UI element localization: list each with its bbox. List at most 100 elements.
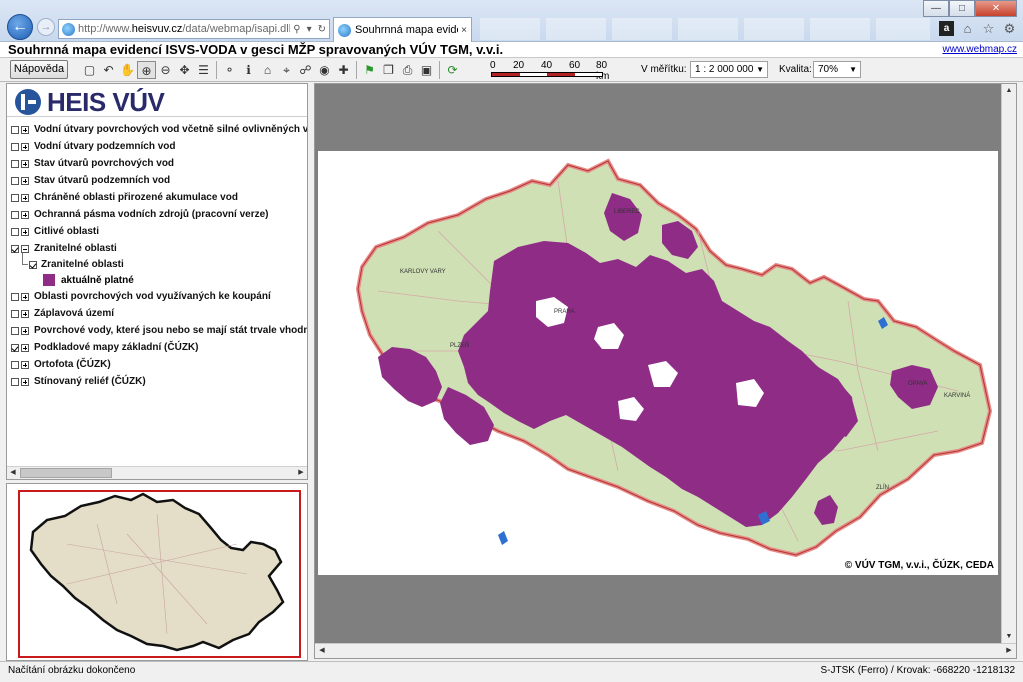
expand-icon[interactable] bbox=[21, 377, 29, 386]
scroll-thumb[interactable] bbox=[20, 468, 112, 478]
layer-item[interactable]: Stínovaný reliéf (ČÚZK) bbox=[11, 373, 307, 390]
legend-swatch bbox=[43, 274, 55, 286]
browser-tab[interactable]: Souhrnná mapa evidencí IS... × bbox=[333, 17, 472, 42]
dropdown-icon[interactable]: ▾ bbox=[304, 24, 315, 35]
layer-checkbox[interactable] bbox=[11, 159, 19, 168]
measure-icon[interactable]: ⌖ bbox=[277, 61, 296, 79]
layer-item[interactable]: Podkladové mapy základní (ČÚZK) bbox=[11, 339, 307, 356]
layer-checkbox[interactable] bbox=[11, 193, 19, 202]
refresh-icon[interactable]: ↻ bbox=[315, 24, 329, 35]
map-label: PLZEŇ bbox=[450, 342, 469, 349]
layer-checkbox[interactable] bbox=[11, 343, 19, 352]
scroll-left-icon[interactable]: ◀ bbox=[7, 467, 19, 479]
layers-horizontal-scrollbar[interactable]: ◀ ▶ bbox=[7, 466, 307, 479]
settings-gear-icon[interactable]: ⚙ bbox=[1002, 21, 1017, 36]
sublayer-item[interactable]: Zranitelné oblasti bbox=[11, 253, 307, 272]
favorites-star-icon[interactable]: ☆ bbox=[981, 21, 996, 36]
layer-checkbox[interactable] bbox=[11, 244, 19, 253]
overview-extent-frame[interactable] bbox=[18, 490, 301, 658]
layer-checkbox[interactable] bbox=[11, 326, 19, 335]
map-panel[interactable]: LIBEREC KARLOVY VARY PRAHA PLZEŇ OPAVA K… bbox=[314, 83, 1017, 659]
scale-select[interactable]: 1 : 2 000 000 ▼ bbox=[690, 61, 768, 78]
zoom-out-icon[interactable]: ⊖ bbox=[156, 61, 175, 79]
print-icon[interactable]: ⎙ bbox=[398, 61, 417, 79]
zoom-in-icon[interactable]: ⊕ bbox=[137, 61, 156, 79]
help-button[interactable]: Nápověda bbox=[10, 60, 68, 79]
layer-checkbox[interactable] bbox=[11, 309, 19, 318]
layer-checkbox[interactable] bbox=[11, 292, 19, 301]
layer-checkbox[interactable] bbox=[11, 142, 19, 151]
layer-item[interactable]: Vodní útvary podzemních vod bbox=[11, 138, 307, 155]
back-button[interactable]: ← bbox=[7, 14, 33, 40]
search-icon[interactable]: ⚲ bbox=[290, 24, 303, 35]
pan-hand-icon[interactable]: ✋ bbox=[118, 61, 137, 79]
copy-icon[interactable]: ❐ bbox=[379, 61, 398, 79]
save-icon[interactable]: ▣ bbox=[417, 61, 436, 79]
minimize-button[interactable]: — bbox=[923, 0, 949, 17]
zoom-extent-icon[interactable]: ▢ bbox=[80, 61, 99, 79]
scroll-up-icon[interactable]: ▲ bbox=[1002, 84, 1016, 98]
layer-item[interactable]: Vodní útvary povrchových vod včetně siln… bbox=[11, 121, 307, 138]
expand-icon[interactable] bbox=[21, 360, 29, 369]
flag-icon[interactable]: ⚑ bbox=[360, 61, 379, 79]
expand-icon[interactable] bbox=[21, 142, 29, 151]
expand-icon[interactable] bbox=[21, 210, 29, 219]
layer-checkbox[interactable] bbox=[11, 377, 19, 386]
expand-icon[interactable] bbox=[21, 343, 29, 352]
query-icon[interactable]: ⚬ bbox=[220, 61, 239, 79]
expand-icon[interactable] bbox=[21, 125, 29, 134]
amazon-icon[interactable]: a bbox=[939, 21, 954, 36]
tab-close-icon[interactable]: × bbox=[461, 25, 467, 36]
home-view-icon[interactable]: ⌂ bbox=[258, 61, 277, 79]
layer-item[interactable]: Ortofota (ČÚZK) bbox=[11, 356, 307, 373]
map-horizontal-scrollbar[interactable]: ◀ ▶ bbox=[315, 643, 1016, 658]
layer-item[interactable]: Oblasti povrchových vod využívaných ke k… bbox=[11, 288, 307, 305]
zoom-previous-icon[interactable]: ↶ bbox=[99, 61, 118, 79]
layer-item[interactable]: Citlivé oblasti bbox=[11, 223, 307, 240]
scroll-right-icon[interactable]: ▶ bbox=[1002, 644, 1016, 658]
forward-button[interactable]: → bbox=[37, 18, 55, 36]
layer-checkbox[interactable] bbox=[11, 227, 19, 236]
center-icon[interactable]: ✚ bbox=[334, 61, 353, 79]
quality-select[interactable]: 70% ▼ bbox=[813, 61, 861, 78]
overview-map[interactable] bbox=[6, 483, 308, 661]
layer-checkbox[interactable] bbox=[11, 125, 19, 134]
find-binoculars-icon[interactable]: ◉ bbox=[315, 61, 334, 79]
layer-item[interactable]: Ochranná pásma vodních zdrojů (pracovní … bbox=[11, 206, 307, 223]
expand-icon[interactable] bbox=[21, 176, 29, 185]
expand-icon[interactable] bbox=[21, 159, 29, 168]
layer-item[interactable]: Povrchové vody, které jsou nebo se mají … bbox=[11, 322, 307, 339]
expand-icon[interactable] bbox=[21, 309, 29, 318]
map-canvas[interactable]: LIBEREC KARLOVY VARY PRAHA PLZEŇ OPAVA K… bbox=[318, 151, 998, 575]
scroll-right-icon[interactable]: ▶ bbox=[295, 467, 307, 479]
sublayer-checkbox[interactable] bbox=[29, 260, 37, 269]
refresh-map-icon[interactable]: ⟳ bbox=[443, 61, 462, 79]
scale-bar: 0 20 40 60 80 km bbox=[488, 60, 613, 82]
scroll-down-icon[interactable]: ▼ bbox=[1002, 630, 1016, 644]
expand-icon[interactable] bbox=[21, 193, 29, 202]
layer-list-icon[interactable]: ☰ bbox=[194, 61, 213, 79]
expand-icon[interactable] bbox=[21, 326, 29, 335]
layer-item[interactable]: Záplavová území bbox=[11, 305, 307, 322]
collapse-icon[interactable] bbox=[21, 244, 29, 253]
maximize-button[interactable]: □ bbox=[949, 0, 975, 17]
close-window-button[interactable]: ✕ bbox=[975, 0, 1017, 17]
layer-item[interactable]: Zranitelné oblasti bbox=[11, 240, 307, 257]
address-bar[interactable]: http://www.heisvuv.cz/data/webmap/isapi.… bbox=[58, 19, 330, 39]
layer-item[interactable]: Stav útvarů podzemních vod bbox=[11, 172, 307, 189]
home-icon[interactable]: ⌂ bbox=[960, 21, 975, 36]
expand-icon[interactable] bbox=[21, 227, 29, 236]
url-text[interactable]: http://www.heisvuv.cz/data/webmap/isapi.… bbox=[78, 23, 290, 35]
layer-item[interactable]: Stav útvarů povrchových vod bbox=[11, 155, 307, 172]
layer-checkbox[interactable] bbox=[11, 360, 19, 369]
move-icon[interactable]: ✥ bbox=[175, 61, 194, 79]
layer-checkbox[interactable] bbox=[11, 210, 19, 219]
select-tool-icon[interactable]: ☍ bbox=[296, 61, 315, 79]
map-vertical-scrollbar[interactable]: ▲ ▼ bbox=[1001, 84, 1016, 644]
webmap-link[interactable]: www.webmap.cz bbox=[943, 44, 1017, 55]
scroll-left-icon[interactable]: ◀ bbox=[315, 644, 329, 658]
layer-item[interactable]: Chráněné oblasti přirozené akumulace vod bbox=[11, 189, 307, 206]
layer-checkbox[interactable] bbox=[11, 176, 19, 185]
info-icon[interactable]: ℹ bbox=[239, 61, 258, 79]
expand-icon[interactable] bbox=[21, 292, 29, 301]
